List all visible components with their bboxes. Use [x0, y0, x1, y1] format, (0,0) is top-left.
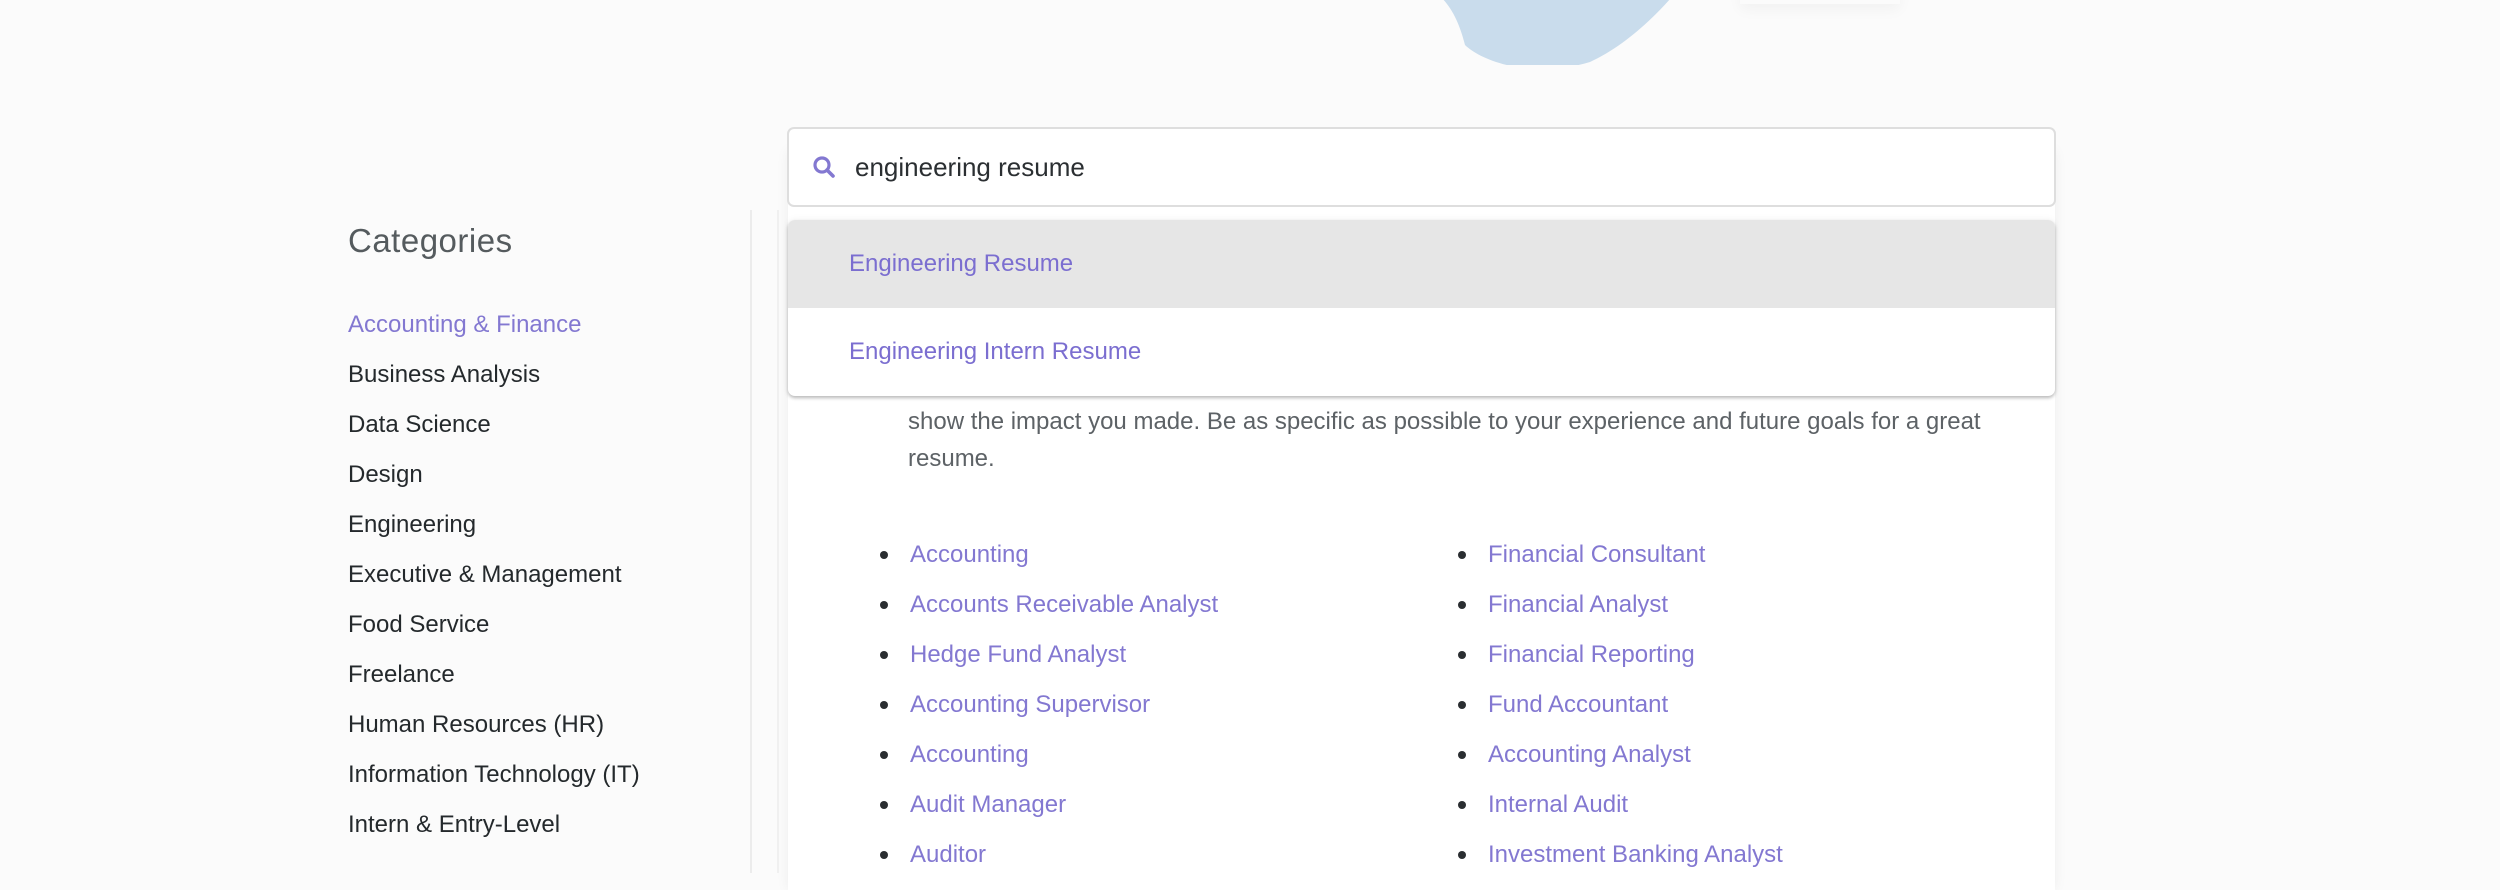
bullet-icon — [880, 551, 888, 559]
resume-link[interactable]: Audit Manager — [910, 787, 1066, 823]
bullet-icon — [1458, 751, 1466, 759]
bullet-icon — [1458, 851, 1466, 859]
sidebar-title: Categories — [348, 222, 513, 259]
list-item: Hedge Fund Analyst — [878, 630, 1218, 680]
resume-link[interactable]: Accounting Analyst — [1488, 737, 1691, 773]
resume-link[interactable]: Hedge Fund Analyst — [910, 637, 1126, 673]
list-item: Audit Manager — [878, 780, 1218, 830]
bullet-icon — [1458, 651, 1466, 659]
bullet-icon — [1458, 701, 1466, 709]
list-item: Internal Audit — [1456, 780, 1783, 830]
resume-link[interactable]: Financial Consultant — [1488, 537, 1705, 573]
resume-link[interactable]: Financial Analyst — [1488, 587, 1668, 623]
decorative-blob — [1443, 0, 1670, 65]
bullet-icon — [880, 601, 888, 609]
sidebar-item-category[interactable]: Engineering — [348, 510, 748, 560]
resume-link[interactable]: Internal Audit — [1488, 787, 1628, 823]
resume-link[interactable]: Accounting Supervisor — [910, 687, 1150, 723]
list-item: Accounting — [878, 730, 1218, 780]
sidebar-item-category[interactable]: Human Resources (HR) — [348, 710, 748, 760]
sidebar-divider — [750, 210, 752, 873]
category-list: Accounting & Finance Business Analysis Dat… — [348, 310, 748, 860]
sidebar-item-category[interactable]: Data Science — [348, 410, 748, 460]
resume-link[interactable]: Investment Banking Analyst — [1488, 837, 1783, 873]
sidebar-item-category[interactable]: Food Service — [348, 610, 748, 660]
sidebar-item-category[interactable]: Intern & Entry-Level — [348, 810, 748, 860]
search-suggestions-dropdown: Engineering Resume Engineering Intern Res… — [788, 220, 2055, 396]
sidebar-item-category[interactable]: Executive & Management — [348, 560, 748, 610]
resume-link[interactable]: Fund Accountant — [1488, 687, 1668, 723]
resume-link[interactable]: Accounting — [910, 537, 1029, 573]
list-item: Accounting Supervisor — [878, 680, 1218, 730]
list-item: Accounting Analyst — [1456, 730, 1783, 780]
content-divider — [777, 210, 779, 873]
sidebar-item-category[interactable]: Design — [348, 460, 748, 510]
bullet-icon — [880, 751, 888, 759]
bullet-icon — [880, 701, 888, 709]
resume-links-right: Financial Consultant Financial Analyst Fin… — [1456, 530, 1783, 880]
resume-link[interactable]: Accounting — [910, 737, 1029, 773]
bullet-icon — [880, 651, 888, 659]
resume-link[interactable]: Financial Reporting — [1488, 637, 1695, 673]
bullet-icon — [1458, 551, 1466, 559]
list-item: Financial Reporting — [1456, 630, 1783, 680]
intro-line: show the impact you made. Be as specific… — [908, 408, 1981, 435]
search-box[interactable] — [787, 127, 2056, 207]
search-suggestion[interactable]: Engineering Intern Resume — [788, 308, 2055, 396]
search-input[interactable] — [855, 151, 2005, 183]
sidebar-item-category[interactable]: Information Technology (IT) — [348, 760, 748, 810]
search-icon — [813, 156, 835, 178]
list-item: Accounts Receivable Analyst — [878, 580, 1218, 630]
resume-links-left: Accounting Accounts Receivable Analyst Hed… — [878, 530, 1218, 880]
sidebar-item-category[interactable]: Accounting & Finance — [348, 310, 748, 360]
search-suggestion[interactable]: Engineering Resume — [788, 220, 2055, 308]
resume-link[interactable]: Accounts Receivable Analyst — [910, 587, 1218, 623]
sidebar-item-category[interactable]: Freelance — [348, 660, 748, 710]
bullet-icon — [1458, 601, 1466, 609]
bullet-icon — [1458, 801, 1466, 809]
list-item: Fund Accountant — [1456, 680, 1783, 730]
bullet-icon — [880, 851, 888, 859]
list-item: Financial Analyst — [1456, 580, 1783, 630]
header-shadow — [1740, 0, 1900, 4]
categories-sidebar: Categories Accounting & Finance Business … — [348, 222, 748, 860]
resume-link[interactable]: Auditor — [910, 837, 986, 873]
sidebar-item-category[interactable]: Business Analysis — [348, 360, 748, 410]
intro-text: show the impact you made. Be as specific… — [908, 403, 2008, 477]
list-item: Financial Consultant — [1456, 530, 1783, 580]
bullet-icon — [880, 801, 888, 809]
intro-line: resume. — [908, 445, 995, 472]
list-item: Accounting — [878, 530, 1218, 580]
